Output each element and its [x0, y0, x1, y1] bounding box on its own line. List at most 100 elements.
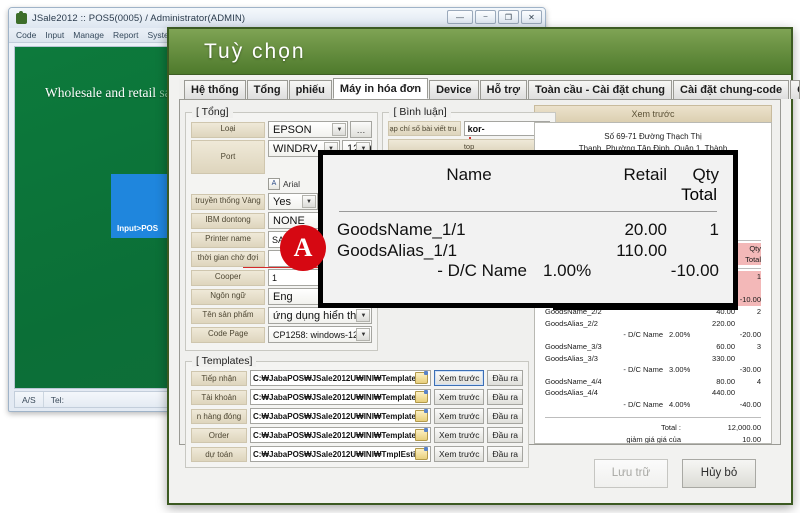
cancel-button[interactable]: Hủy bỏ — [682, 458, 756, 488]
chevron-down-icon[interactable]: ▼ — [302, 195, 316, 208]
folder-icon[interactable] — [414, 390, 428, 403]
tab-cai-dat-chung-code[interactable]: Cài đặt chung-code — [673, 80, 790, 99]
tab-tong[interactable]: Tổng — [246, 80, 288, 99]
template-label-hang-dong: n hàng đóng — [191, 408, 247, 424]
preview-item-row: GoodsName_4/4 80.00 4 — [545, 376, 761, 388]
window-controls[interactable]: — ⎯ ❐ ✕ — [447, 10, 542, 24]
item-retail: 440.00 — [712, 388, 735, 398]
menu-item-code[interactable]: Code — [16, 30, 36, 40]
app-slogan-main: Wholesale and retail — [45, 85, 156, 100]
field-row-code-page: Code Page CP1258: windows-1258 ▼ — [191, 326, 373, 343]
screen: JSale2012 :: POS5(0005) / Administrator(… — [0, 0, 800, 513]
item-qty: 3 — [756, 341, 761, 351]
item-name: GoodsName_4/4 — [545, 376, 602, 386]
minimize-icon[interactable]: ⎯ — [475, 10, 496, 24]
callout-col-name: Name — [446, 165, 492, 184]
template-preview-button[interactable]: Xem trước — [433, 408, 485, 424]
folder-icon[interactable] — [414, 371, 428, 384]
col-total: Total — [745, 255, 761, 265]
template-preview-button[interactable]: Xem trước — [433, 427, 485, 443]
template-path-tai-khoan[interactable]: C:₩JabaPOS₩JSale2012U₩INI₩Template₩TmplA… — [250, 389, 431, 405]
chevron-down-icon[interactable]: ▼ — [356, 328, 371, 341]
template-path-hang-dong[interactable]: C:₩JabaPOS₩JSale2012U₩INI₩Template₩TmplC… — [250, 408, 431, 424]
pos-tile-label: Input>POS — [117, 224, 159, 233]
magazine-row: ạp chí số bài viết tru kor- — [388, 121, 550, 136]
preview-item-row: GoodsAlias_2/2 220.00 — [545, 318, 761, 330]
callout-col-qty: Qty — [692, 165, 719, 184]
label-ibm-dontong: IBM dontong — [191, 212, 265, 229]
item-qty — [735, 283, 761, 295]
comments-group-legend: [ Bình luận] — [389, 106, 451, 118]
app-title: JSale2012 :: POS5(0005) / Administrator(… — [32, 12, 246, 24]
template-row: Tài khoản C:₩JabaPOS₩JSale2012U₩INI₩Temp… — [191, 389, 523, 405]
template-path-order[interactable]: C:₩JabaPOS₩JSale2012U₩INI₩Template₩TmplO… — [250, 427, 431, 443]
total-key: giảm giá giá của — [626, 434, 681, 444]
browse-loai-button[interactable]: … — [350, 121, 373, 138]
callout-item-row: - D/C Name 1.00% -10.00 — [337, 261, 719, 282]
combo-truyen-thong-vang[interactable]: Yes ▼ — [268, 193, 318, 210]
save-button[interactable]: Lưu trữ — [594, 458, 668, 488]
template-output-button[interactable]: Đầu ra — [487, 408, 523, 424]
callout-item-row: GoodsName_1/1 20.00 1 — [337, 220, 719, 241]
total-row: giảm giá giá của 10.00 — [545, 434, 761, 444]
menu-item-manage[interactable]: Manage — [73, 30, 104, 40]
callout-item-name: - D/C Name — [437, 261, 527, 281]
preview-header: Xem trước — [534, 105, 772, 122]
field-row-loai: Loại EPSON ▼ … — [191, 121, 373, 138]
tab-cai[interactable]: Cài — [790, 80, 800, 99]
menu-item-input[interactable]: Input — [45, 30, 64, 40]
template-row: n hàng đóng C:₩JabaPOS₩JSale2012U₩INI₩Te… — [191, 408, 523, 424]
label-ten-san-pham: Tên sản phẩm — [191, 307, 265, 324]
label-magazine: ạp chí số bài viết tru — [388, 121, 461, 136]
item-retail: -40.00 — [739, 400, 761, 410]
combo-code-page-value: CP1258: windows-1258 — [273, 329, 369, 340]
template-row: Tiếp nhận C:₩JabaPOS₩JSale2012U₩INI₩Temp… — [191, 370, 523, 386]
chevron-down-icon[interactable]: ▼ — [356, 309, 371, 322]
tab-device[interactable]: Device — [429, 80, 479, 99]
combo-loai[interactable]: EPSON ▼ — [268, 121, 349, 138]
combo-code-page[interactable]: CP1258: windows-1258 ▼ — [268, 326, 373, 343]
chevron-down-icon[interactable]: ▼ — [332, 123, 347, 136]
folder-icon[interactable] — [414, 409, 428, 422]
combo-port-value: WINDRV — [273, 142, 318, 155]
template-label-tiep-nhan: Tiếp nhận — [191, 370, 247, 386]
app-icon — [16, 10, 27, 24]
tab-phieu[interactable]: phiếu — [288, 80, 332, 99]
minimize-all-icon[interactable]: — — [447, 10, 473, 24]
font-icon[interactable]: A — [268, 177, 280, 190]
combo-ten-san-pham[interactable]: ứng dụng hiển thị ▼ — [268, 307, 373, 324]
label-cooper: Cooper — [191, 269, 265, 286]
preview-item-row: - D/C Name 2.00% -20.00 — [545, 329, 761, 341]
magnified-callout: Name Retail Qty Total GoodsName_1/1 20.0… — [318, 150, 738, 308]
template-row: Order C:₩JabaPOS₩JSale2012U₩INI₩Template… — [191, 427, 523, 443]
maximize-icon[interactable]: ❐ — [498, 10, 519, 24]
item-retail: 80.00 — [716, 376, 735, 386]
label-printer-name: Printer name — [191, 231, 265, 248]
preview-item-row: GoodsName_3/3 60.00 3 — [545, 341, 761, 353]
template-output-button[interactable]: Đầu ra — [487, 389, 523, 405]
close-icon[interactable]: ✕ — [521, 10, 542, 24]
total-value: 10.00 — [742, 434, 761, 444]
tab-strip[interactable]: Hệ thống Tổng phiếu Máy in hóa đơn Devic… — [179, 78, 800, 100]
template-output-button[interactable]: Đầu ra — [487, 427, 523, 443]
template-output-button[interactable]: Đầu ra — [487, 370, 523, 386]
template-preview-button[interactable]: Xem trước — [433, 389, 485, 405]
item-pct: 3.00% — [669, 365, 691, 375]
tab-ho-tro[interactable]: Hỗ trợ — [479, 80, 528, 99]
item-name: GoodsName_3/3 — [545, 341, 602, 351]
tab-may-in-hoa-don[interactable]: Máy in hóa đơn — [332, 78, 429, 99]
item-name: - D/C Name — [623, 365, 663, 375]
address-line: Số 69-71 Đường Thạch Thị — [604, 132, 702, 141]
template-path-text: C:₩JabaPOS₩JSale2012U₩INI₩Template₩TmplB… — [253, 373, 415, 383]
preview-item-row: - D/C Name 3.00% -30.00 — [545, 364, 761, 376]
tab-he-thong[interactable]: Hệ thống — [184, 80, 246, 99]
callout-col-total: Total — [681, 185, 717, 204]
template-path-tiep-nhan[interactable]: C:₩JabaPOS₩JSale2012U₩INI₩Template₩TmplB… — [250, 370, 431, 386]
template-preview-button[interactable]: Xem trước — [433, 370, 485, 386]
preview-item-row: - D/C Name 4.00% -40.00 — [545, 399, 761, 411]
menu-item-report[interactable]: Report — [113, 30, 139, 40]
template-path-text: C:₩JabaPOS₩JSale2012U₩INI₩Template₩TmplA… — [253, 392, 415, 402]
folder-icon[interactable] — [414, 428, 428, 441]
tab-toan-cau-cai-dat-chung[interactable]: Toàn cầu - Cài đặt chung — [528, 80, 673, 99]
callout-item-retail: 110.00 — [616, 240, 667, 260]
